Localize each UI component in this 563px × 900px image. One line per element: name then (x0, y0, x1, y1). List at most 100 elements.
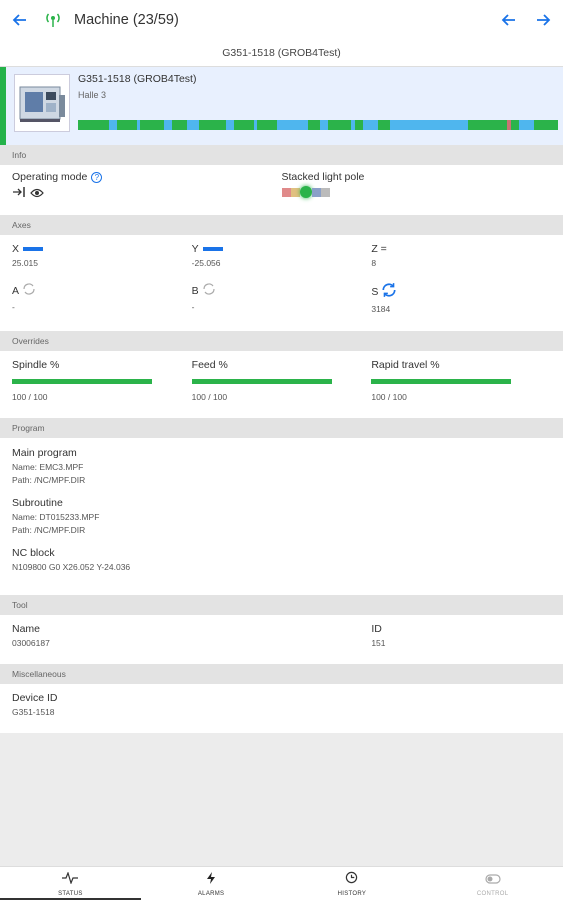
top-bar: Machine (23/59) (0, 0, 563, 40)
timeline-segment (226, 120, 235, 130)
toggle-icon (485, 871, 501, 889)
clock-icon (345, 871, 358, 889)
override-spindle: Spindle % 100 / 100 (12, 359, 192, 402)
previous-machine-icon[interactable] (497, 8, 521, 32)
subroutine-name: Name: DT015233.MPF (12, 512, 100, 522)
rotation-idle-icon (202, 282, 216, 299)
feed-bar (191, 379, 332, 384)
machine-image (14, 74, 70, 132)
subroutine: Subroutine Name: DT015233.MPF Path: /NC/… (12, 497, 551, 535)
timeline-segment (319, 120, 328, 130)
axis-s-value: 3184 (371, 304, 391, 314)
timeline-segment (109, 120, 118, 130)
app-root: Machine (23/59) G351-1518 (GROB4Test) G3… (0, 0, 563, 900)
machine-name: G351-1518 (GROB4Test) (78, 73, 197, 85)
device-id-value: G351-1518 (12, 707, 55, 717)
timeline-segment (117, 120, 137, 130)
operating-mode: Operating mode ? (12, 171, 282, 203)
section-header-program: Program (0, 418, 563, 438)
timeline-segment (171, 120, 188, 130)
rapid-bar (371, 379, 512, 384)
main-program: Main program Name: EMC3.MPF Path: /NC/MP… (12, 447, 551, 485)
timeline-segment (354, 120, 363, 130)
feed-value: 100 / 100 (191, 392, 228, 402)
axes-section: X 25.015 Y -25.056 Z = 8 A - B - S 3184 (0, 235, 563, 331)
section-header-misc: Miscellaneous (0, 664, 563, 684)
nav-control[interactable]: CONTROL (422, 867, 563, 900)
axis-z-value: 8 (371, 258, 377, 268)
misc-section: Device ID G351-1518 (0, 684, 563, 733)
rotation-active-icon (381, 282, 397, 301)
nav-history[interactable]: HISTORY (282, 867, 423, 900)
nav-control-label: CONTROL (476, 890, 509, 897)
main-program-path: Path: /NC/MPF.DIR (12, 475, 86, 485)
timeline-segment (198, 120, 227, 130)
timeline-segment (378, 120, 391, 130)
axis-x-bar (23, 247, 44, 251)
timeline-segment (234, 120, 254, 130)
rotation-idle-icon (22, 282, 36, 299)
section-header-tool: Tool (0, 595, 563, 615)
operating-mode-label: Operating mode (12, 171, 88, 183)
axis-z-name: Z = (371, 243, 387, 255)
tool-id-label: ID (371, 623, 382, 635)
axis-b-value: - (191, 302, 195, 312)
status-timeline (78, 120, 558, 130)
spindle-label: Spindle % (12, 359, 60, 371)
spindle-value: 100 / 100 (12, 392, 48, 402)
axis-a-name: A (12, 284, 20, 297)
pulse-icon (62, 870, 79, 889)
tool-name-value: 03006187 (12, 638, 50, 648)
axis-y-name: Y (191, 243, 199, 255)
timeline-segment (78, 120, 110, 130)
main-program-name: Name: EMC3.MPF (12, 462, 84, 472)
timeline-segment (534, 120, 558, 130)
back-arrow-icon[interactable] (8, 8, 32, 32)
axis-s: S 3184 (371, 282, 551, 314)
help-icon[interactable]: ? (91, 171, 103, 183)
axis-y-value: -25.056 (191, 258, 221, 268)
axis-s-name: S (371, 285, 379, 298)
nc-block-title: NC block (12, 547, 55, 559)
axis-a: A - (12, 282, 192, 314)
nav-alarms[interactable]: ALARMS (141, 867, 282, 900)
tool-section: Name 03006187 ID 151 (0, 615, 563, 664)
timeline-segment (362, 120, 379, 130)
section-header-overrides: Overrides (0, 331, 563, 351)
timeline-segment (276, 120, 309, 130)
light-pole-label: Stacked light pole (281, 171, 365, 183)
nav-history-label: HISTORY (337, 890, 367, 897)
overrides-section: Spindle % 100 / 100 Feed % 100 / 100 Rap… (0, 351, 563, 418)
override-feed: Feed % 100 / 100 (191, 359, 372, 402)
next-machine-icon[interactable] (531, 8, 555, 32)
subroutine-title: Subroutine (12, 497, 63, 509)
nc-block: NC block N109800 G0 X26.052 Y-24.036 (12, 547, 551, 572)
timeline-segment (257, 120, 277, 130)
page-title: Machine (23/59) (74, 12, 179, 28)
axis-b: B - (192, 282, 372, 314)
timeline-segment (308, 120, 320, 130)
axis-y-bar (202, 247, 223, 251)
nc-block-value: N109800 G0 X26.052 Y-24.036 (12, 562, 131, 572)
eye-icon (30, 185, 44, 203)
rapid-label: Rapid travel % (371, 359, 440, 371)
nav-alarms-label: ALARMS (197, 890, 225, 897)
tool-name: Name 03006187 (12, 623, 371, 648)
section-header-info: Info (0, 145, 563, 165)
section-header-axes: Axes (0, 215, 563, 235)
feed-label: Feed % (191, 359, 228, 371)
timeline-segment (468, 120, 508, 130)
override-rapid: Rapid travel % 100 / 100 (371, 359, 551, 402)
timeline-segment (163, 120, 172, 130)
info-section: Operating mode ? Stacked light pole (0, 165, 563, 215)
spindle-bar (12, 379, 152, 384)
nav-status[interactable]: STATUS (0, 867, 141, 900)
axis-a-value: - (12, 302, 15, 312)
program-section: Main program Name: EMC3.MPF Path: /NC/MP… (0, 438, 563, 595)
device-id-label: Device ID (12, 692, 58, 704)
machine-card[interactable]: G351-1518 (GROB4Test) Halle 3 (0, 67, 563, 145)
timeline-segment (187, 120, 199, 130)
machine-info: G351-1518 (GROB4Test) Halle 3 (78, 72, 558, 140)
timeline-segment (511, 120, 519, 130)
rapid-value: 100 / 100 (371, 392, 407, 402)
